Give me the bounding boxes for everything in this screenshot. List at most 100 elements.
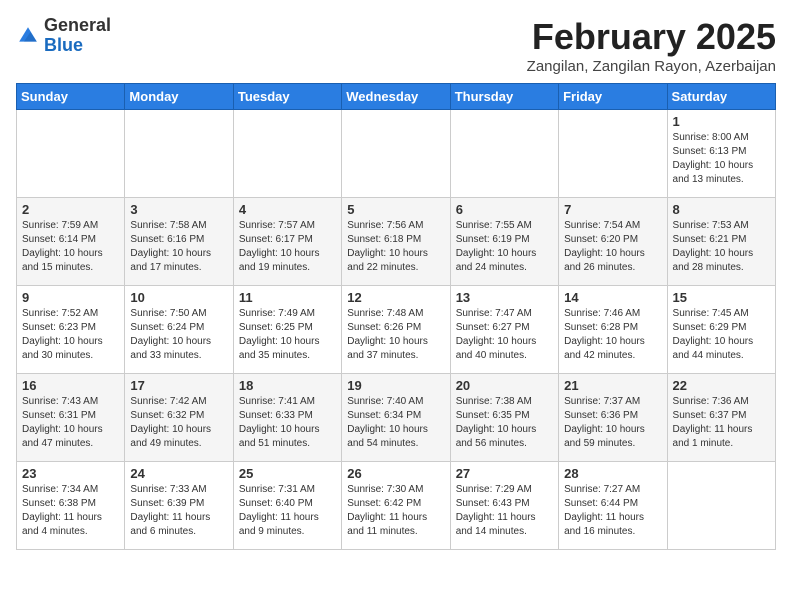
calendar-day-cell [342,110,450,198]
day-number: 18 [239,378,336,393]
calendar-day-cell: 4 Sunrise: 7:57 AM Sunset: 6:17 PM Daylig… [233,198,341,286]
logo-blue: Blue [44,35,83,55]
day-number: 10 [130,290,227,305]
calendar-day-cell: 18 Sunrise: 7:41 AM Sunset: 6:33 PM Dayli… [233,374,341,462]
calendar-day-cell: 23 Sunrise: 7:34 AM Sunset: 6:38 PM Dayli… [17,462,125,550]
location-subtitle: Zangilan, Zangilan Rayon, Azerbaijan [527,58,776,75]
title-block: February 2025 Zangilan, Zangilan Rayon, … [527,16,776,75]
calendar-day-cell: 15 Sunrise: 7:45 AM Sunset: 6:29 PM Dayli… [667,286,775,374]
calendar-day-cell: 19 Sunrise: 7:40 AM Sunset: 6:34 PM Dayli… [342,374,450,462]
day-number: 21 [564,378,661,393]
calendar-day-cell: 16 Sunrise: 7:43 AM Sunset: 6:31 PM Dayli… [17,374,125,462]
calendar-day-cell [233,110,341,198]
weekday-header-row: SundayMondayTuesdayWednesdayThursdayFrid… [17,84,776,110]
day-number: 28 [564,466,661,481]
month-title: February 2025 [527,16,776,58]
calendar-day-cell [17,110,125,198]
day-info: Sunrise: 7:57 AM Sunset: 6:17 PM Dayligh… [239,219,336,275]
logo-icon [16,24,40,48]
weekday-header: Tuesday [233,84,341,110]
day-number: 12 [347,290,444,305]
day-number: 5 [347,202,444,217]
weekday-header: Monday [125,84,233,110]
day-info: Sunrise: 7:50 AM Sunset: 6:24 PM Dayligh… [130,307,227,363]
day-number: 23 [22,466,119,481]
calendar-day-cell: 28 Sunrise: 7:27 AM Sunset: 6:44 PM Dayli… [559,462,667,550]
calendar-day-cell: 11Sunrise: 7:49 AM Sunset: 6:25 PM Dayli… [233,286,341,374]
day-number: 22 [673,378,770,393]
day-number: 13 [456,290,553,305]
day-info: Sunrise: 7:46 AM Sunset: 6:28 PM Dayligh… [564,307,661,363]
day-info: Sunrise: 7:41 AM Sunset: 6:33 PM Dayligh… [239,395,336,451]
day-info: Sunrise: 7:31 AM Sunset: 6:40 PM Dayligh… [239,483,336,539]
calendar-day-cell: 3 Sunrise: 7:58 AM Sunset: 6:16 PM Daylig… [125,198,233,286]
day-info: Sunrise: 7:47 AM Sunset: 6:27 PM Dayligh… [456,307,553,363]
day-number: 11 [239,290,336,305]
calendar-day-cell: 21Sunrise: 7:37 AM Sunset: 6:36 PM Dayli… [559,374,667,462]
calendar-day-cell: 7Sunrise: 7:54 AM Sunset: 6:20 PM Daylig… [559,198,667,286]
day-number: 15 [673,290,770,305]
day-number: 19 [347,378,444,393]
day-number: 6 [456,202,553,217]
day-number: 17 [130,378,227,393]
calendar-day-cell: 5 Sunrise: 7:56 AM Sunset: 6:18 PM Daylig… [342,198,450,286]
day-info: Sunrise: 7:30 AM Sunset: 6:42 PM Dayligh… [347,483,444,539]
day-info: Sunrise: 8:00 AM Sunset: 6:13 PM Dayligh… [673,131,770,187]
day-number: 14 [564,290,661,305]
day-number: 27 [456,466,553,481]
weekday-header: Thursday [450,84,558,110]
day-info: Sunrise: 7:40 AM Sunset: 6:34 PM Dayligh… [347,395,444,451]
calendar-day-cell: 26 Sunrise: 7:30 AM Sunset: 6:42 PM Dayli… [342,462,450,550]
day-number: 8 [673,202,770,217]
calendar-day-cell: 13 Sunrise: 7:47 AM Sunset: 6:27 PM Dayli… [450,286,558,374]
calendar-week-row: 1 Sunrise: 8:00 AM Sunset: 6:13 PM Daylig… [17,110,776,198]
day-info: Sunrise: 7:52 AM Sunset: 6:23 PM Dayligh… [22,307,119,363]
day-info: Sunrise: 7:56 AM Sunset: 6:18 PM Dayligh… [347,219,444,275]
calendar-day-cell: 24Sunrise: 7:33 AM Sunset: 6:39 PM Dayli… [125,462,233,550]
day-info: Sunrise: 7:43 AM Sunset: 6:31 PM Dayligh… [22,395,119,451]
weekday-header: Saturday [667,84,775,110]
calendar-day-cell [667,462,775,550]
day-number: 7 [564,202,661,217]
day-number: 20 [456,378,553,393]
day-info: Sunrise: 7:53 AM Sunset: 6:21 PM Dayligh… [673,219,770,275]
day-number: 24 [130,466,227,481]
calendar-day-cell [559,110,667,198]
calendar-day-cell: 25 Sunrise: 7:31 AM Sunset: 6:40 PM Dayli… [233,462,341,550]
calendar-day-cell [125,110,233,198]
page-header: General Blue February 2025 Zangilan, Zan… [16,16,776,75]
calendar-week-row: 9Sunrise: 7:52 AM Sunset: 6:23 PM Daylig… [17,286,776,374]
day-number: 1 [673,114,770,129]
calendar-day-cell: 10 Sunrise: 7:50 AM Sunset: 6:24 PM Dayli… [125,286,233,374]
day-info: Sunrise: 7:59 AM Sunset: 6:14 PM Dayligh… [22,219,119,275]
weekday-header: Sunday [17,84,125,110]
weekday-header: Wednesday [342,84,450,110]
day-number: 16 [22,378,119,393]
day-info: Sunrise: 7:29 AM Sunset: 6:43 PM Dayligh… [456,483,553,539]
calendar-table: SundayMondayTuesdayWednesdayThursdayFrid… [16,83,776,550]
day-info: Sunrise: 7:58 AM Sunset: 6:16 PM Dayligh… [130,219,227,275]
calendar-day-cell [450,110,558,198]
day-info: Sunrise: 7:38 AM Sunset: 6:35 PM Dayligh… [456,395,553,451]
day-info: Sunrise: 7:55 AM Sunset: 6:19 PM Dayligh… [456,219,553,275]
day-info: Sunrise: 7:34 AM Sunset: 6:38 PM Dayligh… [22,483,119,539]
calendar-day-cell: 27 Sunrise: 7:29 AM Sunset: 6:43 PM Dayli… [450,462,558,550]
calendar-week-row: 23 Sunrise: 7:34 AM Sunset: 6:38 PM Dayli… [17,462,776,550]
day-number: 25 [239,466,336,481]
day-info: Sunrise: 7:45 AM Sunset: 6:29 PM Dayligh… [673,307,770,363]
day-number: 3 [130,202,227,217]
calendar-day-cell: 8 Sunrise: 7:53 AM Sunset: 6:21 PM Daylig… [667,198,775,286]
calendar-day-cell: 12 Sunrise: 7:48 AM Sunset: 6:26 PM Dayli… [342,286,450,374]
day-number: 4 [239,202,336,217]
calendar-day-cell: 20 Sunrise: 7:38 AM Sunset: 6:35 PM Dayli… [450,374,558,462]
day-info: Sunrise: 7:27 AM Sunset: 6:44 PM Dayligh… [564,483,661,539]
day-info: Sunrise: 7:36 AM Sunset: 6:37 PM Dayligh… [673,395,770,451]
logo: General Blue [16,16,111,56]
logo-general: General [44,15,111,35]
day-number: 2 [22,202,119,217]
calendar-day-cell: 1 Sunrise: 8:00 AM Sunset: 6:13 PM Daylig… [667,110,775,198]
day-number: 26 [347,466,444,481]
day-info: Sunrise: 7:48 AM Sunset: 6:26 PM Dayligh… [347,307,444,363]
calendar-day-cell: 14 Sunrise: 7:46 AM Sunset: 6:28 PM Dayli… [559,286,667,374]
calendar-day-cell: 2 Sunrise: 7:59 AM Sunset: 6:14 PM Daylig… [17,198,125,286]
